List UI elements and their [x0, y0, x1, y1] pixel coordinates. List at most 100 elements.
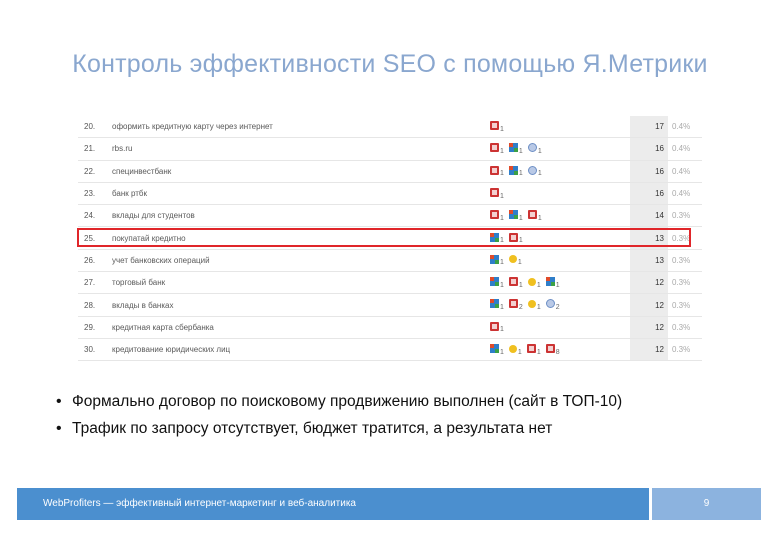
row-number: 24. [78, 204, 112, 228]
source-count: 1 [500, 304, 504, 312]
yandex-icon [490, 121, 499, 131]
source-count: 2 [555, 304, 560, 312]
search-query: оформить кредитную карту через интернет [112, 116, 490, 139]
google-icon [508, 165, 518, 175]
visit-percent: 0.4% [668, 160, 702, 183]
table-row: 30. кредитование юридических лиц 1 1 1 8 12 0.3… [78, 338, 702, 362]
table-row: 21. rbs.ru 1 1 1 16 0.4% [78, 137, 702, 161]
source-count: 1 [536, 304, 541, 312]
visit-count: 12 [630, 271, 668, 295]
visit-count: 12 [630, 316, 668, 339]
search-query: учет банковских операций [112, 249, 490, 273]
search-sources: 1 [490, 182, 630, 206]
source-count: 1 [537, 147, 542, 155]
visit-percent: 0.4% [668, 116, 702, 139]
highlight-frame [77, 228, 691, 247]
source-count: 1 [517, 259, 522, 267]
footer-left-panel: WebProfiters — эффективный интернет-марк… [17, 488, 649, 520]
row-number: 27. [78, 271, 112, 295]
yandex-icon [527, 210, 537, 220]
source-count: 1 [518, 170, 523, 178]
table-row: 29. кредитная карта сбербанка 1 12 0.3% [78, 316, 702, 339]
rambler-icon [527, 277, 536, 286]
yandex-icon [490, 210, 499, 220]
visit-percent: 0.3% [668, 249, 702, 273]
table-row: 23. банк ртбк 1 16 0.4% [78, 182, 702, 206]
source-count: 1 [536, 348, 541, 356]
source-count: 1 [500, 192, 504, 200]
source-count: 1 [500, 147, 504, 155]
mail-icon [527, 165, 537, 175]
search-query: кредитная карта сбербанка [112, 316, 490, 339]
yandex-icon [508, 299, 518, 309]
slide-title: Контроль эффективности SEO с помощью Я.М… [72, 50, 708, 78]
row-number: 30. [78, 338, 112, 362]
visit-count: 13 [630, 249, 668, 273]
yandex-icon [490, 165, 499, 175]
row-number: 23. [78, 182, 112, 206]
source-count: 1 [500, 259, 504, 267]
google-icon [490, 254, 499, 264]
search-query: торговый банк [112, 271, 490, 295]
visit-count: 16 [630, 137, 668, 161]
google-icon [490, 299, 499, 309]
search-sources: 1 1 1 [490, 160, 630, 183]
yandex-icon [490, 321, 499, 331]
visit-count: 16 [630, 182, 668, 206]
search-sources: 1 1 1 [490, 204, 630, 228]
search-sources: 1 1 1 1 [490, 271, 630, 295]
mail-icon [545, 299, 555, 309]
rambler-icon [508, 344, 517, 353]
table-row: 26. учет банковских операций 1 1 13 0.3% [78, 249, 702, 273]
source-count: 1 [500, 326, 504, 334]
row-number: 22. [78, 160, 112, 183]
table-row: 24. вклады для студентов 1 1 1 14 0.3% [78, 204, 702, 228]
source-count: 1 [518, 281, 523, 289]
search-query: банк ртбк [112, 182, 490, 206]
visit-count: 12 [630, 293, 668, 317]
source-count: 1 [518, 147, 523, 155]
table-row: 22. специнвестбанк 1 1 1 16 0.4% [78, 160, 702, 183]
bullet-item: Формально договор по поисковому продвиже… [56, 388, 756, 415]
row-number: 26. [78, 249, 112, 273]
google-icon [545, 277, 555, 287]
table-row: 20. оформить кредитную карту через интерн… [78, 116, 702, 139]
source-count: 1 [500, 281, 504, 289]
visit-count: 17 [630, 116, 668, 139]
search-query: вклады в банках [112, 293, 490, 317]
source-count: 1 [500, 170, 504, 178]
table-row: 28. вклады в банках 1 2 1 2 12 0.3% [78, 293, 702, 317]
yandex-icon [490, 187, 499, 197]
rambler-icon [527, 299, 536, 308]
table-row: 27. торговый банк 1 1 1 1 12 0.3% [78, 271, 702, 295]
visit-count: 12 [630, 338, 668, 362]
search-sources: 1 1 1 8 [490, 338, 630, 362]
search-query: вклады для студентов [112, 204, 490, 228]
search-sources: 1 2 1 2 [490, 293, 630, 317]
source-count: 1 [518, 214, 523, 222]
search-query: кредитование юридических лиц [112, 338, 490, 362]
page-number: 9 [703, 498, 710, 509]
source-count: 1 [536, 281, 541, 289]
visit-percent: 0.3% [668, 338, 702, 362]
google-icon [490, 277, 499, 287]
search-sources: 11 [490, 249, 630, 273]
bullet-item: Трафик по запросу отсутствует, бюджет тр… [56, 415, 756, 442]
source-count: 1 [500, 348, 504, 356]
google-icon [508, 210, 518, 220]
source-count: 8 [555, 348, 560, 356]
footer-right-panel: 9 [652, 488, 761, 520]
search-query: rbs.ru [112, 137, 490, 161]
google-icon [490, 344, 499, 353]
row-number: 20. [78, 116, 112, 139]
visit-count: 14 [630, 204, 668, 228]
rambler-icon [508, 255, 517, 264]
source-count: 2 [518, 304, 523, 312]
visit-percent: 0.4% [668, 182, 702, 206]
source-count: 1 [500, 125, 504, 133]
source-count: 1 [537, 214, 542, 222]
visit-percent: 0.3% [668, 293, 702, 317]
visit-count: 16 [630, 160, 668, 183]
source-count: 1 [555, 281, 560, 289]
search-sources: 1 1 1 [490, 137, 630, 161]
